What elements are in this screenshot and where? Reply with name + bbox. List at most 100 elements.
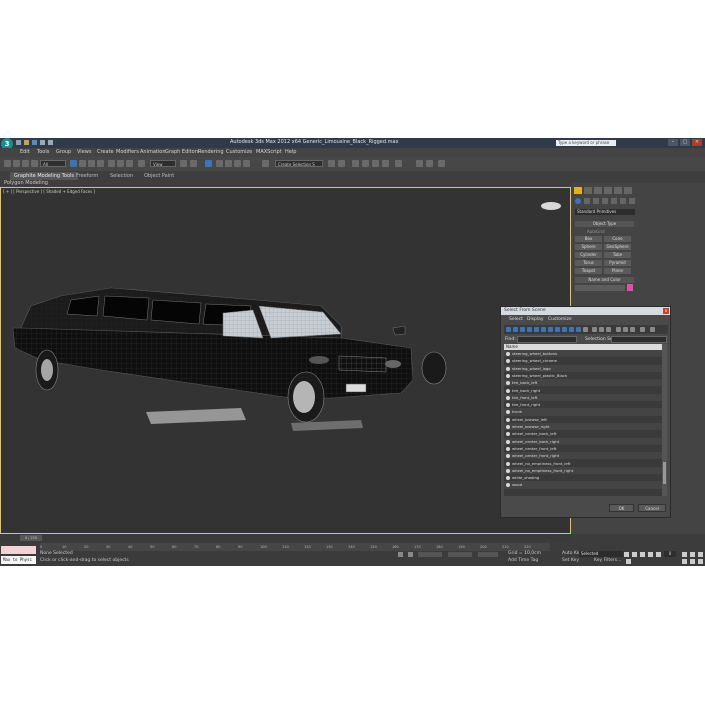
display-helpers-icon[interactable] [534, 327, 539, 332]
primitive-category-dropdown[interactable]: Standard Primitives [575, 209, 635, 215]
filter-icon[interactable] [640, 327, 645, 332]
display-hidden-icon[interactable] [583, 327, 588, 332]
auto-key-dropdown[interactable]: Selected [579, 551, 623, 557]
display-cameras-icon[interactable] [527, 327, 532, 332]
scene-object-list[interactable]: Name steering_wheel_buttons steering_whe… [504, 344, 667, 496]
field-of-view-icon[interactable] [682, 559, 687, 564]
window-crossing-button[interactable] [97, 160, 104, 167]
frame-indicator[interactable]: 0 / 225 [20, 535, 42, 541]
list-item[interactable]: wheel_browse_left [504, 416, 662, 423]
named-selection-dropdown[interactable]: Create Selection S [275, 160, 323, 167]
current-frame-field[interactable]: 0 [664, 551, 676, 557]
redo-icon[interactable] [48, 140, 53, 145]
zoom-icon[interactable] [682, 552, 687, 557]
mirror-button[interactable] [328, 160, 335, 167]
y-coord-field[interactable] [448, 552, 472, 557]
time-config-icon[interactable] [626, 559, 631, 564]
move-button[interactable] [108, 160, 115, 167]
maximize-button[interactable]: □ [680, 139, 690, 146]
angle-snap-button[interactable] [225, 160, 232, 167]
layer-manager-button[interactable] [352, 160, 359, 167]
spinner-snap-button[interactable] [243, 160, 250, 167]
find-options-icon[interactable] [650, 327, 655, 332]
display-frozen-icon[interactable] [576, 327, 581, 332]
menu-create[interactable]: Create [97, 149, 114, 155]
menu-maxscript[interactable]: MAXScript [256, 149, 282, 155]
menu-customize[interactable]: Customize [226, 149, 252, 155]
keyboard-shortcut-button[interactable] [205, 160, 212, 167]
list-item[interactable]: tire_front_right [504, 401, 662, 408]
tab-object-paint[interactable]: Object Paint [140, 172, 178, 180]
link-button[interactable] [22, 160, 29, 167]
autogrid-checkbox[interactable]: AutoGrid [587, 229, 605, 234]
scale-button[interactable] [126, 160, 133, 167]
box-button[interactable]: Box [575, 236, 602, 242]
display-geometry-icon[interactable] [506, 327, 511, 332]
display-all-icon[interactable] [592, 327, 597, 332]
add-time-tag-button[interactable]: Add Time Tag [508, 558, 538, 563]
list-item[interactable]: white_shading [504, 474, 662, 481]
edit-named-sel-button[interactable] [262, 160, 269, 167]
cameras-icon[interactable] [602, 198, 608, 204]
timeline-track[interactable]: 0 10 20 30 40 50 60 70 80 90 100 110 120… [40, 543, 550, 551]
list-item[interactable]: steering_wheel_plastic_Black [504, 372, 662, 379]
play-icon[interactable] [640, 552, 645, 557]
create-tab-icon[interactable] [574, 187, 582, 194]
list-item[interactable]: wheel_center_back_left [504, 430, 662, 437]
next-frame-icon[interactable] [648, 552, 653, 557]
display-none-icon[interactable] [599, 327, 604, 332]
modify-tab-icon[interactable] [584, 187, 592, 194]
percent-snap-button[interactable] [234, 160, 241, 167]
motion-tab-icon[interactable] [604, 187, 612, 194]
cone-button[interactable]: Cone [604, 236, 631, 242]
perspective-viewport[interactable]: [ + ] [ Perspective ] [ Shaded + Edged F… [0, 187, 571, 534]
cylinder-button[interactable]: Cylinder [575, 252, 602, 258]
align-button[interactable] [338, 160, 345, 167]
z-coord-field[interactable] [478, 552, 498, 557]
undo-button[interactable] [4, 160, 11, 167]
cancel-button[interactable]: Cancel [638, 504, 666, 512]
save-file-icon[interactable] [32, 140, 37, 145]
menu-animation[interactable]: Animation [140, 149, 166, 155]
region-select-button[interactable] [88, 160, 95, 167]
zoom-all-icon[interactable] [690, 552, 695, 557]
select-none-icon[interactable] [623, 327, 628, 332]
limousine-model[interactable] [1, 188, 570, 533]
selection-set-dropdown[interactable] [611, 336, 667, 343]
pivot-button[interactable] [180, 160, 187, 167]
list-scrollbar[interactable] [662, 344, 667, 496]
graphite-toggle-button[interactable] [362, 160, 369, 167]
maxscript-mini-listener[interactable]: Max to Physc [1, 556, 36, 564]
unlink-button[interactable] [31, 160, 38, 167]
hierarchy-tab-icon[interactable] [594, 187, 602, 194]
object-name-input[interactable] [575, 285, 625, 291]
display-shapes-icon[interactable] [513, 327, 518, 332]
list-item[interactable]: steering_wheel_chrome [504, 357, 662, 364]
rendered-frame-button[interactable] [426, 160, 433, 167]
list-item[interactable]: wheel_center_front_right [504, 452, 662, 460]
select-object-button[interactable] [70, 160, 77, 167]
display-xrefs-icon[interactable] [555, 327, 560, 332]
list-item[interactable]: wheel_center_back_right [504, 437, 662, 445]
undo-icon[interactable] [40, 140, 45, 145]
find-input[interactable] [517, 336, 577, 343]
schematic-view-button[interactable] [382, 160, 389, 167]
sphere-button[interactable]: Sphere [575, 244, 602, 250]
list-item[interactable]: wheel_center_front_left [504, 445, 662, 452]
render-setup-button[interactable] [416, 160, 423, 167]
minimize-button[interactable]: – [668, 139, 678, 146]
select-by-name-button[interactable] [79, 160, 86, 167]
absolute-mode-icon[interactable] [408, 552, 413, 557]
pan-icon[interactable] [690, 559, 695, 564]
search-input[interactable]: Type a keyword or phrase [556, 140, 616, 146]
goto-start-icon[interactable] [624, 552, 629, 557]
dialog-tab-select[interactable]: Select [509, 317, 523, 322]
display-lights-icon[interactable] [520, 327, 525, 332]
list-item[interactable]: wheel_no_emptiness_front_right [504, 466, 662, 475]
material-editor-button[interactable] [395, 160, 402, 167]
list-item[interactable]: wheel_browse_right [504, 423, 662, 431]
display-bones-icon[interactable] [562, 327, 567, 332]
shapes-icon[interactable] [584, 198, 590, 204]
rotate-button[interactable] [117, 160, 124, 167]
object-type-rollout[interactable]: Object Type [575, 221, 634, 227]
